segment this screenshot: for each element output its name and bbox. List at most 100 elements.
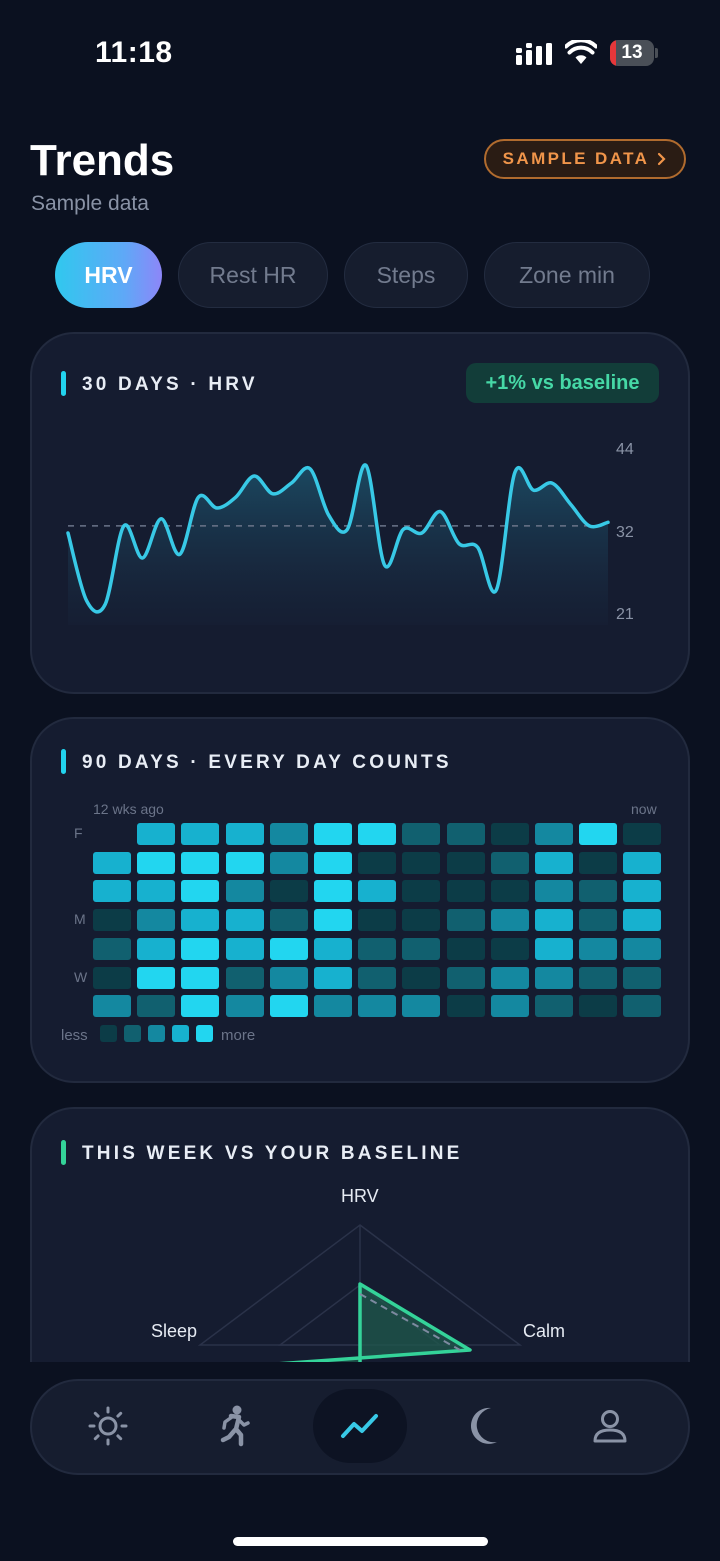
- heatmap-weekday-label: M: [74, 911, 86, 928]
- heatmap-day-cell: [402, 823, 441, 845]
- heatmap-day-cell: [137, 823, 176, 845]
- heatmap-day-cell: [402, 851, 441, 874]
- heatmap-day-cell: [314, 966, 352, 989]
- heatmap-day-cell: [402, 909, 441, 932]
- heatmap-day-cell: [535, 966, 573, 989]
- heatmap-day-cell: [623, 851, 662, 874]
- hrv-line-chart: [66, 463, 610, 625]
- nav-activity[interactable]: [186, 1389, 280, 1463]
- heatmap-day-cell: [93, 966, 131, 989]
- heatmap-day-cell: [269, 851, 308, 874]
- profile-icon: [593, 1410, 627, 1443]
- heatmap-weekday-label: F: [74, 825, 83, 841]
- heatmap-day-cell: [490, 995, 529, 1018]
- heatmap-day-cell: [181, 995, 220, 1018]
- heatmap-day-cell: [358, 851, 397, 874]
- heatmap-day-cell: [579, 851, 618, 874]
- heatmap-day-cell: [137, 966, 176, 989]
- nav-trends[interactable]: [313, 1389, 407, 1463]
- heatmap-day-cell: [181, 823, 220, 845]
- heatmap-day-cell: [535, 909, 573, 932]
- heatmap-day-cell: [93, 880, 131, 903]
- heatmap-day-cell: [137, 880, 176, 903]
- heatmap-day-cell: [490, 909, 529, 932]
- heatmap-day-cell: [402, 966, 441, 989]
- heatmap-day-cell: [358, 937, 397, 960]
- heatmap-day-cell: [358, 966, 397, 989]
- heatmap-start-label: 12 wks ago: [93, 801, 164, 817]
- legend-more-label: more: [221, 1027, 256, 1044]
- heatmap-day-cell: [623, 909, 662, 932]
- heatmap-day-cell: [93, 937, 131, 960]
- nav-sleep[interactable]: [438, 1389, 532, 1463]
- nav-today[interactable]: [61, 1389, 155, 1463]
- card-accent-bar: [61, 1140, 66, 1165]
- heatmap-day-cell: [93, 851, 131, 874]
- heatmap-day-cell: [446, 823, 485, 845]
- nav-profile[interactable]: [563, 1389, 657, 1463]
- heatmap-day-cell: [535, 851, 573, 874]
- heatmap-legend-swatch: [196, 1025, 213, 1042]
- heatmap-weekday-label: W: [74, 968, 88, 985]
- radar-this-week-shape: [260, 1282, 472, 1367]
- heatmap-day-cell: [358, 995, 397, 1018]
- heatmap-legend-swatch: [148, 1025, 165, 1042]
- heatmap-end-label: now: [631, 801, 657, 817]
- heatmap-day-cell: [269, 880, 308, 903]
- heatmap-day-cell: [181, 880, 220, 903]
- heatmap-day-cell: [579, 823, 618, 845]
- heatmap-day-cell: [579, 995, 618, 1018]
- heatmap-day-cell: [446, 851, 485, 874]
- heatmap-day-cell: [535, 937, 573, 960]
- card-accent-bar: [61, 749, 66, 774]
- heatmap-day-cell: [446, 909, 485, 932]
- heatmap-day-cell: [225, 909, 264, 932]
- heatmap-day-cell: [490, 851, 529, 874]
- heatmap-day-cell: [225, 937, 264, 960]
- trend-icon: [341, 1414, 378, 1438]
- heatmap-day-cell: [314, 937, 352, 960]
- radar-card-title: THIS WEEK VS YOUR BASELINE: [82, 1143, 463, 1164]
- heatmap-day-cell: [446, 937, 485, 960]
- heatmap-day-cell: [225, 823, 264, 845]
- heatmap-legend-swatch: [172, 1025, 189, 1042]
- heatmap-day-cell: [402, 880, 441, 903]
- heatmap-day-cell: [314, 995, 352, 1018]
- heatmap-day-cell: [490, 823, 529, 845]
- heatmap-day-cell: [181, 909, 220, 932]
- heatmap-day-cell: [314, 909, 352, 932]
- heatmap-day-cell: [358, 909, 397, 932]
- heatmap-day-cell: [137, 937, 176, 960]
- heatmap-day-cell: [579, 966, 618, 989]
- heatmap-day-cell: [358, 880, 397, 903]
- heatmap-day-cell: [446, 995, 485, 1018]
- heatmap-day-cell: [535, 823, 573, 845]
- heatmap-day-cell: [579, 909, 618, 932]
- heatmap-day-cell: [314, 823, 352, 845]
- heatmap-day-cell: [181, 937, 220, 960]
- heatmap-day-cell: [623, 966, 662, 989]
- heatmap-day-cell: [579, 937, 618, 960]
- moon-icon: [470, 1407, 497, 1444]
- heatmap-day-cell: [269, 995, 308, 1018]
- heatmap-day-cell: [137, 909, 176, 932]
- heatmap-day-cell: [225, 851, 264, 874]
- heatmap-day-cell: [623, 880, 662, 903]
- heatmap-day-cell: [314, 851, 352, 874]
- heatmap-legend-swatch: [124, 1025, 141, 1042]
- y-tick-label: 44: [616, 441, 634, 458]
- runner-icon: [220, 1405, 250, 1447]
- heatmap-day-cell: [446, 880, 485, 903]
- legend-less-label: less: [61, 1027, 88, 1044]
- heatmap-day-cell: [137, 995, 176, 1018]
- heatmap-day-cell: [490, 937, 529, 960]
- y-tick-label: 21: [616, 606, 634, 623]
- heatmap-day-cell: [623, 823, 662, 845]
- heatmap-day-cell: [225, 966, 264, 989]
- heatmap-day-cell: [358, 823, 397, 845]
- heatmap-day-cell: [269, 937, 308, 960]
- heatmap-day-cell: [93, 909, 131, 932]
- heatmap-day-cell: [225, 880, 264, 903]
- home-indicator[interactable]: [233, 1537, 488, 1546]
- heatmap-day-cell: [402, 937, 441, 960]
